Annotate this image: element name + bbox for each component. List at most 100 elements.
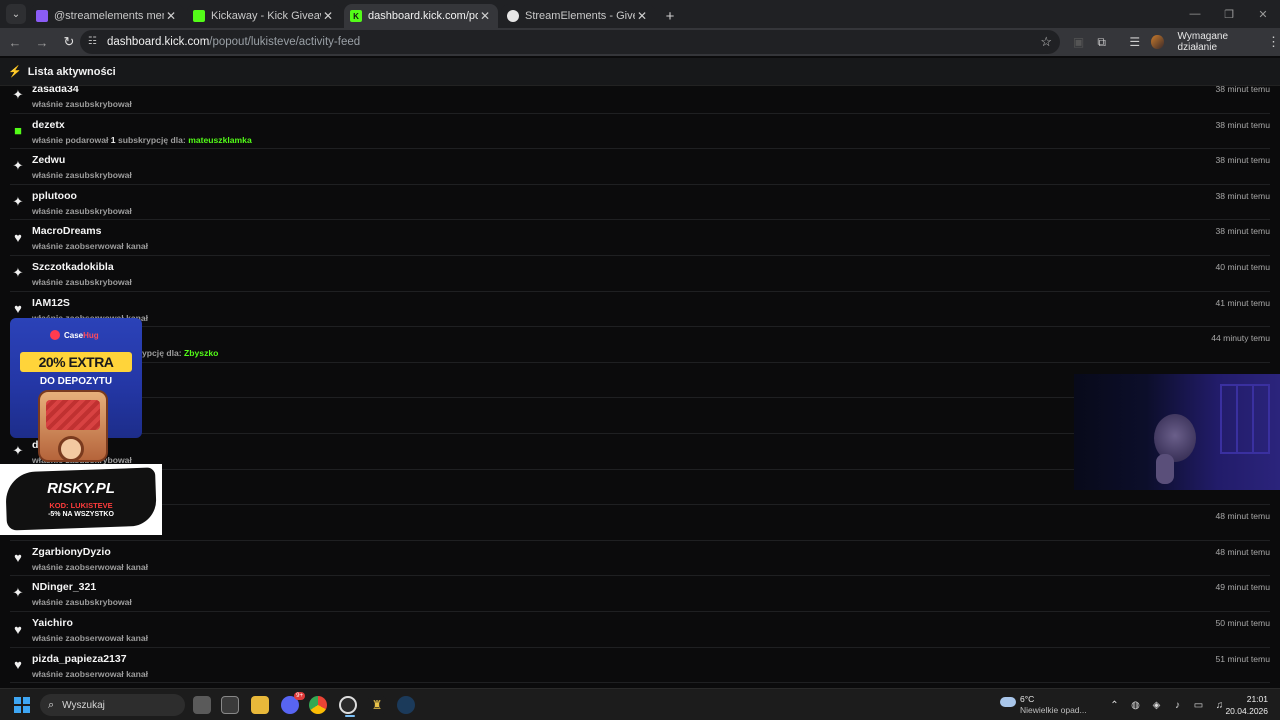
windows-taskbar: ⌕ Wyszukaj 9+ ♜ 6°C Niewielkie opad... ⌃…: [0, 688, 1280, 720]
clock-date: 20.04.2026: [1225, 706, 1268, 716]
profile-avatar[interactable]: [1151, 35, 1164, 49]
search-placeholder: Wyszukaj: [62, 699, 105, 711]
taskbar-search[interactable]: ⌕ Wyszukaj: [40, 694, 185, 716]
close-tab-icon[interactable]: ✕: [635, 9, 649, 23]
feed-item: ✦ zasada34 właśnie zasubskrybował 38 minut …: [10, 86, 1270, 114]
webcam-hand: [1156, 454, 1174, 484]
feed-username[interactable]: pplutooo: [32, 190, 77, 202]
system-clock[interactable]: 21:01 20.04.2026: [1225, 694, 1268, 716]
action-required-button[interactable]: Wymagane działanie: [1172, 31, 1265, 53]
app-icon[interactable]: ♜: [368, 696, 386, 714]
new-tab-button[interactable]: +: [660, 6, 680, 26]
streamelements-favicon-icon: [507, 10, 519, 22]
window-controls: — ❐ ✕: [1178, 0, 1280, 28]
feed-item: ✦ pplutooo właśnie zasubskrybował 38 minut …: [10, 185, 1270, 221]
task-view-icon[interactable]: [193, 696, 211, 714]
file-explorer-icon[interactable]: [251, 696, 269, 714]
feed-username[interactable]: Zedwu: [32, 154, 65, 166]
microphone-icon[interactable]: ♪: [1167, 700, 1188, 711]
feed-description: właśnie zaobserwował kanał: [32, 668, 149, 679]
discord-tray-icon[interactable]: ◍: [1125, 700, 1146, 711]
feed-username[interactable]: ZgarbionyDyzio: [32, 546, 111, 558]
page-title: Lista aktywności: [27, 65, 116, 78]
close-tab-icon[interactable]: ✕: [478, 9, 492, 23]
browser-toolbar: ← → ↻ ☷ dashboard.kick.com/popout/lukist…: [0, 28, 1280, 56]
weather-condition: Niewielkie opad...: [1020, 705, 1087, 715]
weather-widget[interactable]: 6°C Niewielkie opad...: [1000, 694, 1100, 716]
restore-icon[interactable]: ❐: [1212, 0, 1246, 28]
feed-timestamp: 38 minut temu: [1215, 155, 1270, 166]
feed-timestamp: 38 minut temu: [1215, 119, 1270, 130]
tab-kick-dashboard[interactable]: K dashboard.kick.com/popout/lu ✕: [344, 4, 498, 28]
risky-promo-banner[interactable]: RISKY.PL KOD: LUKISTEVE -5% NA WSZYSTKO: [0, 464, 162, 535]
extensions-puzzle-icon[interactable]: ⧉: [1091, 30, 1112, 54]
feed-username[interactable]: pizda_papieza2137: [32, 653, 127, 665]
twitch-favicon-icon: [36, 10, 48, 22]
feed-item: ■ dezetx właśnie podarował 1 subskrypcję d…: [10, 114, 1270, 150]
feed-username[interactable]: MacroDreams: [32, 225, 101, 237]
tab-search-icon[interactable]: ⌄: [6, 4, 26, 24]
forward-button[interactable]: →: [30, 30, 54, 54]
toolbar-actions: ▣ ⧉ ☰ Wymagane działanie ⋮: [1068, 28, 1280, 56]
feed-username[interactable]: Szczotkadokibla: [32, 261, 114, 273]
search-icon: ⌕: [48, 698, 55, 711]
feed-username[interactable]: NDinger_321: [32, 581, 96, 593]
site-info-icon[interactable]: ☷: [88, 36, 100, 48]
kickaway-favicon-icon: [193, 10, 205, 22]
feed-item: ♥ ZgarbionyDyzio właśnie zaobserwował kana…: [10, 541, 1270, 577]
casehug-promo-banner[interactable]: CaseHug 20% EXTRA DO DEPOZYTU: [10, 318, 142, 462]
chevron-up-icon[interactable]: ⌃: [1104, 700, 1125, 711]
tab-label: @streamelements mentione: [54, 10, 164, 22]
activity-feed-header: ⚡ Lista aktywności: [0, 58, 1280, 86]
steam-tray-icon[interactable]: ◈: [1146, 700, 1167, 711]
system-tray: ⌃ ◍ ◈ ♪ ▭ ♫: [1104, 696, 1230, 714]
risky-logo: RISKY.PL: [47, 480, 115, 497]
browser-tab-strip: ⌄ @streamelements mentione ✕ Kickaway - …: [0, 0, 1280, 28]
feed-item: ♥IAM12Swłaśnie zaobserwował kanał41 minu…: [10, 292, 1270, 328]
chrome-icon[interactable]: [309, 696, 327, 714]
feed-item: ✦ Szczotkadokibla właśnie zasubskrybował 40…: [10, 256, 1270, 292]
back-button[interactable]: ←: [3, 30, 27, 54]
obs-icon[interactable]: [339, 696, 357, 717]
url-path: /popout/lukisteve/activity-feed: [209, 36, 361, 48]
radio-illustration: [38, 390, 108, 462]
close-window-icon[interactable]: ✕: [1246, 0, 1280, 28]
feed-description: właśnie zasubskrybował: [32, 205, 132, 216]
sparkle-icon: ✦: [12, 585, 24, 601]
extension-disabled-icon[interactable]: ▣: [1068, 30, 1089, 54]
weather-temp: 6°C: [1020, 694, 1035, 704]
heart-icon: ♥: [14, 621, 22, 637]
minimize-icon[interactable]: —: [1178, 0, 1212, 28]
menu-kebab-icon[interactable]: ⋮: [1267, 34, 1280, 50]
discord-icon[interactable]: 9+: [281, 692, 305, 714]
media-queue-icon[interactable]: ☰: [1124, 30, 1145, 54]
feed-description: właśnie zasubskrybował: [32, 277, 132, 287]
feed-description-part: właśnie podarował: [32, 134, 111, 145]
sparkle-icon: ✦: [12, 443, 24, 458]
tab-streamelements-mention[interactable]: @streamelements mentione ✕: [30, 4, 184, 28]
display-icon[interactable]: ▭: [1188, 700, 1209, 711]
bookmark-star-icon[interactable]: ☆: [1040, 34, 1052, 50]
widgets-app-icon[interactable]: [221, 696, 239, 714]
gift-recipient[interactable]: mateuszklamka: [188, 135, 252, 145]
tab-kickaway[interactable]: Kickaway - Kick Giveaway Tool ✕: [187, 4, 341, 28]
heart-icon: ♥: [14, 550, 22, 566]
gift-recipient[interactable]: Zbyszko: [184, 348, 218, 358]
feed-username[interactable]: zasada34: [32, 86, 79, 95]
feed-username[interactable]: IAM12S: [32, 297, 70, 309]
feed-timestamp: 40 minut temu: [1215, 262, 1270, 272]
close-tab-icon[interactable]: ✕: [321, 9, 335, 23]
reload-button[interactable]: ↻: [57, 30, 81, 54]
tab-label: Kickaway - Kick Giveaway Tool: [211, 10, 321, 22]
tab-streamelements-giveaways[interactable]: StreamElements - Giveaways ✕: [501, 4, 655, 28]
steam-icon[interactable]: [397, 696, 415, 714]
address-bar[interactable]: ☷ dashboard.kick.com/popout/lukisteve/ac…: [80, 30, 1060, 54]
windows-start-icon[interactable]: [14, 697, 30, 713]
feed-item: ■ypcję dla: Zbyszko44 minuty temu: [10, 327, 1270, 363]
feed-username[interactable]: dezetx: [32, 119, 65, 131]
close-tab-icon[interactable]: ✕: [164, 9, 178, 23]
brush-stroke-graphic: [5, 467, 157, 531]
feed-username[interactable]: Yaichiro: [32, 617, 73, 629]
feed-item: ♥ MacroDreams właśnie zaobserwował kanał 38…: [10, 220, 1270, 256]
feed-description: właśnie podarował 1 subskrypcję dla: mat…: [32, 135, 252, 145]
